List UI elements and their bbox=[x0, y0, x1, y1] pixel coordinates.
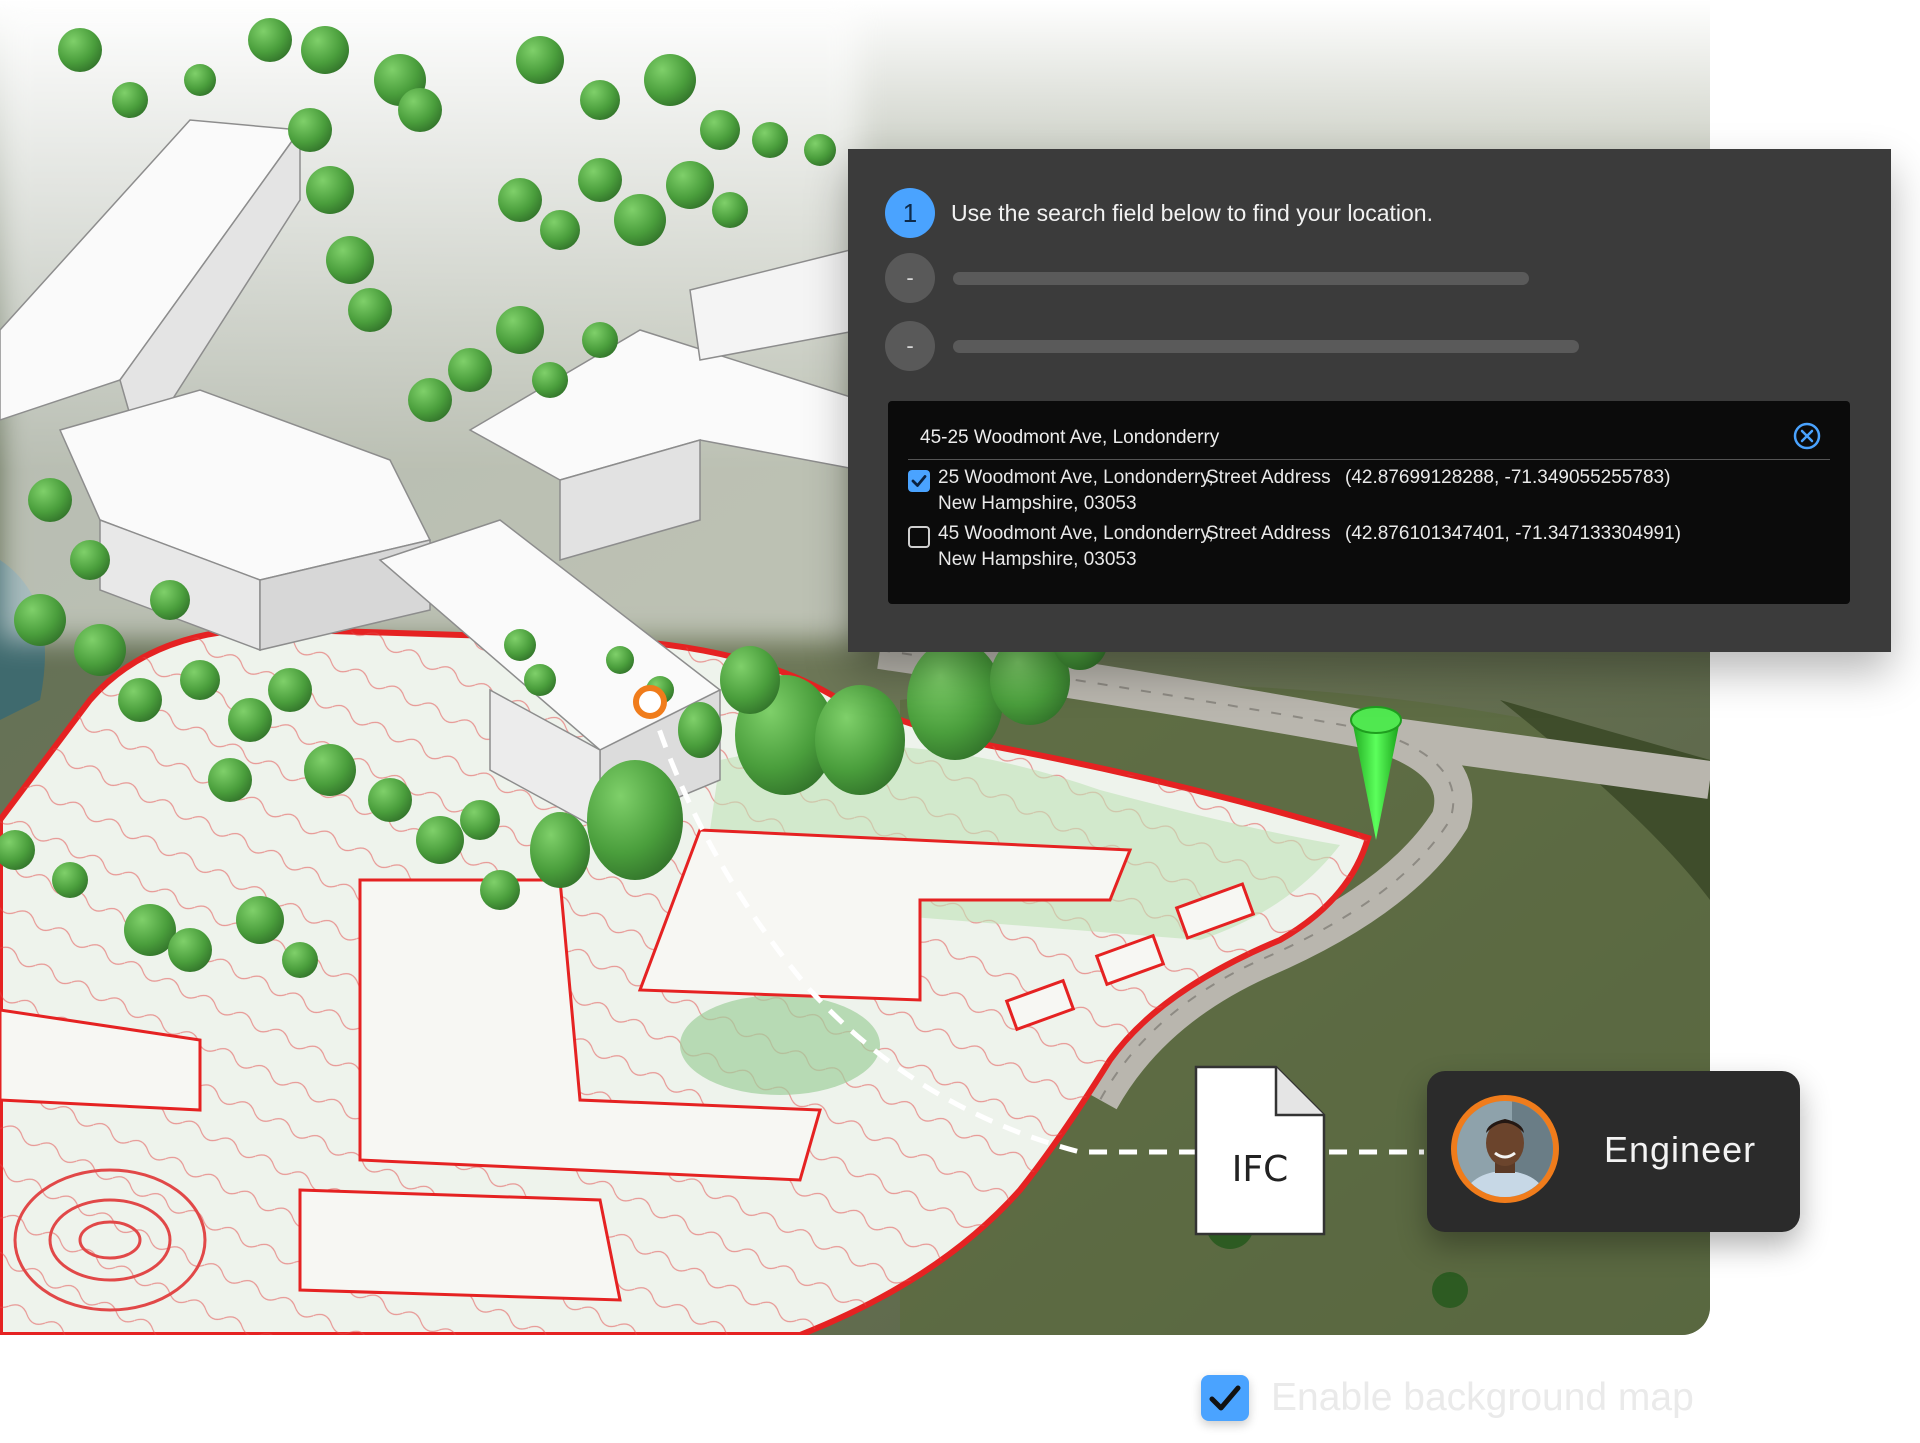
ifc-file[interactable]: IFC bbox=[1194, 1065, 1326, 1236]
location-ring-icon[interactable] bbox=[633, 685, 667, 719]
address-line-2: New Hampshire, 03053 bbox=[938, 549, 1137, 570]
background-map-label: Enable background map bbox=[1271, 1376, 1694, 1419]
result-checkbox[interactable] bbox=[908, 470, 930, 492]
search-container: 25 Woodmont Ave, Londonderry, New Hampsh… bbox=[888, 401, 1850, 604]
search-result-row[interactable]: 45 Woodmont Ave, Londonderry, New Hampsh… bbox=[908, 521, 1828, 575]
file-type-label: IFC bbox=[1231, 1149, 1289, 1190]
step-placeholder-bar bbox=[953, 339, 1579, 353]
step-instruction: Use the search field below to find your … bbox=[951, 199, 1433, 226]
step-number-badge: 1 bbox=[885, 188, 935, 238]
search-row bbox=[908, 417, 1830, 460]
result-type: Street Address bbox=[1206, 467, 1331, 488]
result-coordinates: (42.87699128288, -71.349055255783) bbox=[1345, 467, 1671, 488]
result-coordinates: (42.876101347401, -71.347133304991) bbox=[1345, 523, 1681, 544]
result-address: 25 Woodmont Ave, Londonderry, New Hampsh… bbox=[938, 465, 1238, 517]
address-line-1: 25 Woodmont Ave, Londonderry, bbox=[938, 467, 1214, 488]
background-map-toggle[interactable]: Enable background map bbox=[1201, 1375, 1694, 1421]
engineer-card[interactable]: Engineer bbox=[1427, 1071, 1800, 1232]
checkmark-icon bbox=[911, 475, 927, 487]
result-type: Street Address bbox=[1206, 523, 1331, 544]
step-placeholder-badge: - bbox=[885, 321, 935, 371]
address-line-1: 45 Woodmont Ave, Londonderry, bbox=[938, 523, 1214, 544]
search-result-row[interactable]: 25 Woodmont Ave, Londonderry, New Hampsh… bbox=[908, 465, 1828, 519]
step-placeholder-badge: - bbox=[885, 253, 935, 303]
result-checkbox[interactable] bbox=[908, 526, 930, 548]
step-1: 1 Use the search field below to find you… bbox=[885, 188, 1433, 238]
role-label: Engineer bbox=[1604, 1129, 1757, 1170]
step-3: - bbox=[885, 321, 1579, 371]
step-placeholder-bar bbox=[953, 271, 1529, 285]
checkmark-icon bbox=[1209, 1385, 1241, 1411]
close-circle-icon[interactable] bbox=[1792, 421, 1822, 451]
background-map-checkbox[interactable] bbox=[1201, 1375, 1249, 1421]
step-2: - bbox=[885, 253, 1529, 303]
result-address: 45 Woodmont Ave, Londonderry, New Hampsh… bbox=[938, 521, 1238, 573]
avatar bbox=[1451, 1095, 1559, 1203]
search-input[interactable] bbox=[920, 423, 1780, 453]
location-search-panel: 1 Use the search field below to find you… bbox=[848, 149, 1891, 652]
address-line-2: New Hampshire, 03053 bbox=[938, 493, 1137, 514]
